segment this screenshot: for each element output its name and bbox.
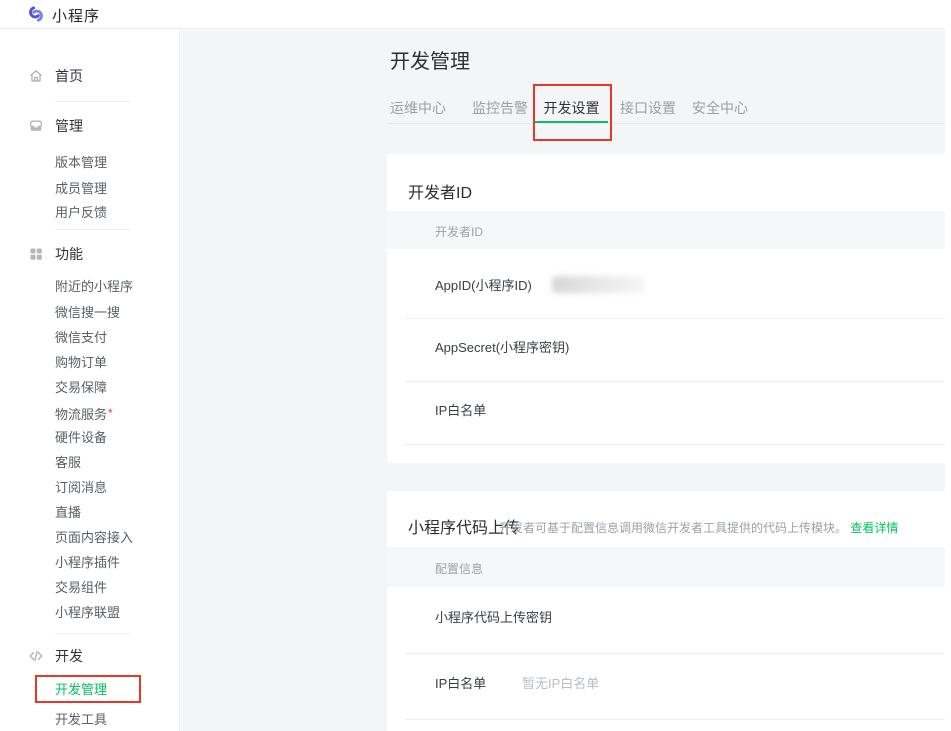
sidebar-item-miniprogram-plugin[interactable]: 小程序插件 [55,554,120,572]
sidebar-item-user-feedback[interactable]: 用户反馈 [55,204,107,222]
sidebar-item-nearby-miniprogram[interactable]: 附近的小程序 [55,278,133,296]
code-upload-card: 小程序代码上传 开发者可基于配置信息调用微信开发者工具提供的代码上传模块。 查看… [387,491,946,731]
table-header-row: 开发者ID [387,211,946,249]
row-label-ip-whitelist: IP白名单 [435,403,486,419]
tab-interface-settings[interactable]: 接口设置 [620,94,676,123]
mini-program-logo-icon [26,4,46,24]
sidebar-item-member-manage[interactable]: 成员管理 [55,180,107,198]
sidebar-item-shopping-orders[interactable]: 购物订单 [55,354,107,372]
row-value-ip-whitelist: 暂无IP白名单 [522,676,599,692]
sidebar-item-live[interactable]: 直播 [55,504,81,522]
card-title: 开发者ID [408,179,472,203]
tabs-divider [388,123,945,124]
row-label-appsecret: AppSecret(小程序密钥) [435,340,569,356]
top-bar: 小程序 [0,0,951,29]
view-details-link[interactable]: 查看详情 [850,521,898,535]
page-title: 开发管理 [390,45,470,74]
tab-monitor-alarm[interactable]: 监控告警 [472,94,528,123]
sidebar-item-page-content-access[interactable]: 页面内容接入 [55,529,133,547]
table-header-label: 配置信息 [435,560,483,577]
table-header-label: 开发者ID [435,223,483,240]
sidebar-section-develop[interactable]: 开发 [55,646,83,666]
sidebar-item-trade-component[interactable]: 交易组件 [55,579,107,597]
sidebar-item-label: 物流服务 [55,407,107,422]
sidebar-item-subscribe-message[interactable]: 订阅消息 [55,479,107,497]
sidebar-section-features[interactable]: 功能 [55,244,83,264]
sidebar-item-trade-guarantee[interactable]: 交易保障 [55,379,107,397]
sidebar-item-wechat-search[interactable]: 微信搜一搜 [55,304,120,322]
row-divider [405,381,946,382]
inbox-icon [28,118,44,134]
developer-id-card: 开发者ID 开发者ID AppID(小程序ID) AppSecret(小程序密钥… [387,154,946,463]
sidebar-item-hardware-device[interactable]: 硬件设备 [55,429,107,447]
tab-security-center[interactable]: 安全中心 [692,94,748,123]
sidebar-divider [55,101,130,102]
brand-name: 小程序 [52,5,100,26]
row-divider [405,719,946,720]
table-header-row: 配置信息 [387,547,946,587]
home-icon [28,68,44,84]
sidebar-item-miniprogram-union[interactable]: 小程序联盟 [55,604,120,622]
sidebar-divider [55,229,130,230]
code-icon [28,648,44,664]
redacted-appid-value [552,276,644,293]
sidebar-item-home[interactable]: 首页 [55,66,83,86]
sidebar-section-manage[interactable]: 管理 [55,116,83,136]
sidebar-item-develop-tools[interactable]: 开发工具 [55,711,107,729]
annotation-box-develop-manage-item [35,675,141,703]
sidebar-item-wechat-pay[interactable]: 微信支付 [55,329,107,347]
annotation-box-develop-settings-tab [533,84,612,141]
row-label-ip-whitelist: IP白名单 [435,676,486,692]
sidebar-item-logistics-service[interactable]: 物流服务* [55,404,113,422]
row-divider [405,318,946,319]
row-label-upload-key: 小程序代码上传密钥 [435,610,552,626]
sidebar-divider [55,633,130,634]
sidebar-item-version-manage[interactable]: 版本管理 [55,154,107,172]
card-description: 开发者可基于配置信息调用微信开发者工具提供的代码上传模块。 查看详情 [499,519,898,536]
scrollbar-track[interactable] [945,0,951,731]
grid-icon [28,246,44,262]
sidebar-item-customer-service[interactable]: 客服 [55,454,81,472]
description-text: 开发者可基于配置信息调用微信开发者工具提供的代码上传模块。 [499,521,847,535]
row-divider [405,444,946,445]
sidebar: 首页 管理 版本管理 成员管理 用户反馈 功能 附近的小程序 微信搜一搜 微信支… [0,30,180,731]
row-divider [405,653,946,654]
row-label-appid: AppID(小程序ID) [435,278,532,294]
tab-ops-center[interactable]: 运维中心 [390,94,446,123]
new-badge: * [108,406,113,420]
